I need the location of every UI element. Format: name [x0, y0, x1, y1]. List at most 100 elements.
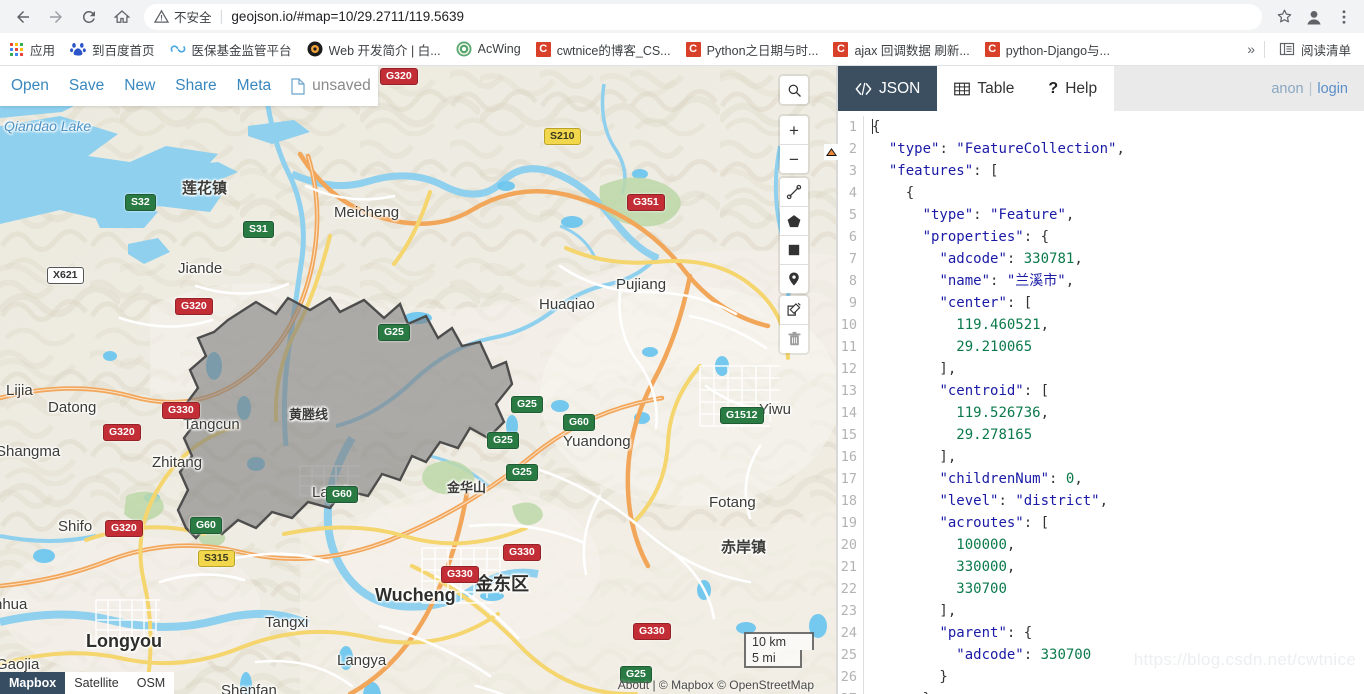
- bookmark-python-django[interactable]: C python-Django与...: [978, 37, 1117, 62]
- baidu-icon: [70, 43, 86, 56]
- json-editor-line[interactable]: 17 "childrenNum": 0,: [838, 468, 1364, 490]
- open-button[interactable]: Open: [11, 77, 49, 95]
- json-editor-line[interactable]: 3 "features": [: [838, 160, 1364, 182]
- json-editor-line[interactable]: 18 "level": "district",: [838, 490, 1364, 512]
- json-token: "district": [1015, 493, 1100, 509]
- bookmarks-overflow-button[interactable]: »: [1238, 41, 1264, 57]
- json-editor-line[interactable]: 15 29.278165: [838, 424, 1364, 446]
- basemap-mapbox[interactable]: Mapbox: [0, 672, 66, 694]
- geojson-io-page: Qiandao Lake 莲花镇 Meicheng Jiande Lijia D…: [0, 66, 1364, 694]
- road-shield: G25: [487, 432, 519, 449]
- browser-menu-button[interactable]: [1330, 3, 1358, 31]
- json-token: :: [973, 207, 991, 223]
- user-name-label: anon: [1271, 80, 1304, 97]
- json-editor-line[interactable]: 23 ],: [838, 600, 1364, 622]
- json-editor-line[interactable]: 22 330700: [838, 578, 1364, 600]
- json-editor-line[interactable]: 2 "type": "FeatureCollection",: [838, 138, 1364, 160]
- forward-button[interactable]: [42, 3, 70, 31]
- login-link[interactable]: login: [1317, 81, 1348, 97]
- json-token: "adcode": [939, 251, 1007, 267]
- road-shield: G351: [627, 194, 665, 211]
- reload-button[interactable]: [75, 3, 103, 31]
- map-attribution[interactable]: About | © Mapbox © OpenStreetMap: [618, 678, 814, 692]
- profile-button[interactable]: [1300, 3, 1328, 31]
- home-button[interactable]: [108, 3, 136, 31]
- bookmark-csdn-blog[interactable]: C cwtnice的博客_CS...: [529, 37, 678, 62]
- delete-features-button[interactable]: [780, 325, 808, 353]
- tab-help[interactable]: ? Help: [1031, 66, 1115, 111]
- bookmark-apps[interactable]: 应用: [1, 37, 62, 62]
- json-editor-line[interactable]: 5 "type": "Feature",: [838, 204, 1364, 226]
- line-text: 330700: [864, 578, 1364, 600]
- json-editor-line[interactable]: 6 "properties": {: [838, 226, 1364, 248]
- json-editor-line[interactable]: 21 330000,: [838, 556, 1364, 578]
- line-number: 3: [848, 163, 857, 179]
- json-editor-lines[interactable]: 1{2 "type": "FeatureCollection", 3 "featu…: [838, 116, 1364, 694]
- save-button[interactable]: Save: [69, 77, 104, 95]
- basemap-satellite[interactable]: Satellite: [65, 672, 128, 694]
- json-editor-line[interactable]: 4 {: [838, 182, 1364, 204]
- json-token: "center": [939, 295, 1007, 311]
- tab-json[interactable]: JSON: [838, 66, 938, 111]
- new-button[interactable]: New: [124, 77, 155, 95]
- draw-line-button[interactable]: [780, 178, 808, 207]
- line-number: 27: [838, 688, 863, 694]
- json-editor-line[interactable]: 26 }: [838, 666, 1364, 688]
- reading-list-button[interactable]: 阅读清单: [1272, 37, 1358, 62]
- bookmark-web-dev[interactable]: Web 开发简介 | 白...: [300, 37, 448, 62]
- address-bar[interactable]: 不安全 | geojson.io/#map=10/29.2711/119.563…: [144, 3, 1262, 30]
- url-text: geojson.io/#map=10/29.2711/119.5639: [231, 9, 464, 24]
- road-shield: G330: [441, 566, 479, 583]
- json-editor-line[interactable]: 27 }: [838, 688, 1364, 694]
- tab-table[interactable]: Table: [937, 66, 1032, 111]
- json-editor-line[interactable]: 24 "parent": {: [838, 622, 1364, 644]
- json-token: "properties": [922, 229, 1024, 245]
- share-button[interactable]: Share: [175, 77, 216, 95]
- bookmark-python-datetime[interactable]: C Python之日期与时...: [679, 37, 826, 62]
- json-editor-line[interactable]: 12 ],: [838, 358, 1364, 380]
- json-editor-line[interactable]: 20 100000,: [838, 534, 1364, 556]
- current-file-indicator: unsaved: [291, 77, 371, 95]
- draw-polygon-button[interactable]: [780, 207, 808, 236]
- json-editor-line[interactable]: 9 "center": [: [838, 292, 1364, 314]
- json-editor-line[interactable]: 11 29.210065: [838, 336, 1364, 358]
- edit-icon: [787, 302, 801, 316]
- bookmark-acwing[interactable]: AcWing: [449, 38, 528, 60]
- bookmark-ajax-callback[interactable]: C ajax 回调数据 刷新...: [826, 37, 976, 62]
- line-text: "acroutes": [: [864, 512, 1364, 534]
- json-token: 330700: [956, 581, 1007, 597]
- map-viewport[interactable]: Qiandao Lake 莲花镇 Meicheng Jiande Lijia D…: [0, 66, 838, 694]
- back-button[interactable]: [9, 3, 37, 31]
- json-editor-line[interactable]: 1{: [838, 116, 1364, 138]
- json-editor-line[interactable]: 8 "name": "兰溪市",: [838, 270, 1364, 292]
- json-editor-line[interactable]: 19 "acroutes": [: [838, 512, 1364, 534]
- bookmark-label: Python之日期与时...: [706, 43, 819, 58]
- edit-features-button[interactable]: [780, 296, 808, 325]
- map-search-button[interactable]: [780, 76, 808, 104]
- json-editor-line[interactable]: 7 "adcode": 330781,: [838, 248, 1364, 270]
- json-editor-line[interactable]: 10 119.460521,: [838, 314, 1364, 336]
- meta-button[interactable]: Meta: [237, 77, 271, 95]
- bookmark-medical-fund[interactable]: 医保基金监管平台: [163, 37, 299, 62]
- bookmark-baidu[interactable]: 到百度首页: [63, 37, 162, 62]
- basemap-osm[interactable]: OSM: [127, 672, 175, 694]
- line-text: "properties": {: [864, 226, 1364, 248]
- line-number: 15: [840, 427, 857, 443]
- pane-collapse-handle[interactable]: [824, 144, 838, 160]
- bookmark-label: cwtnice的博客_CS...: [556, 43, 671, 58]
- bookmark-star-button[interactable]: [1270, 3, 1298, 31]
- json-token: "level": [939, 493, 999, 509]
- json-editor-line[interactable]: 13 "centroid": [: [838, 380, 1364, 402]
- line-text: "type": "FeatureCollection",: [864, 138, 1364, 160]
- draw-rectangle-button[interactable]: [780, 236, 808, 265]
- draw-marker-button[interactable]: [780, 265, 808, 293]
- zoom-out-button[interactable]: −: [780, 145, 808, 173]
- json-editor[interactable]: 1{2 "type": "FeatureCollection", 3 "featu…: [838, 111, 1364, 694]
- json-editor-line[interactable]: 16 ],: [838, 446, 1364, 468]
- zoom-in-button[interactable]: +: [780, 116, 808, 145]
- json-editor-line[interactable]: 25 "adcode": 330700: [838, 644, 1364, 666]
- json-editor-line[interactable]: 14 119.526736,: [838, 402, 1364, 424]
- json-token: ],: [872, 603, 957, 619]
